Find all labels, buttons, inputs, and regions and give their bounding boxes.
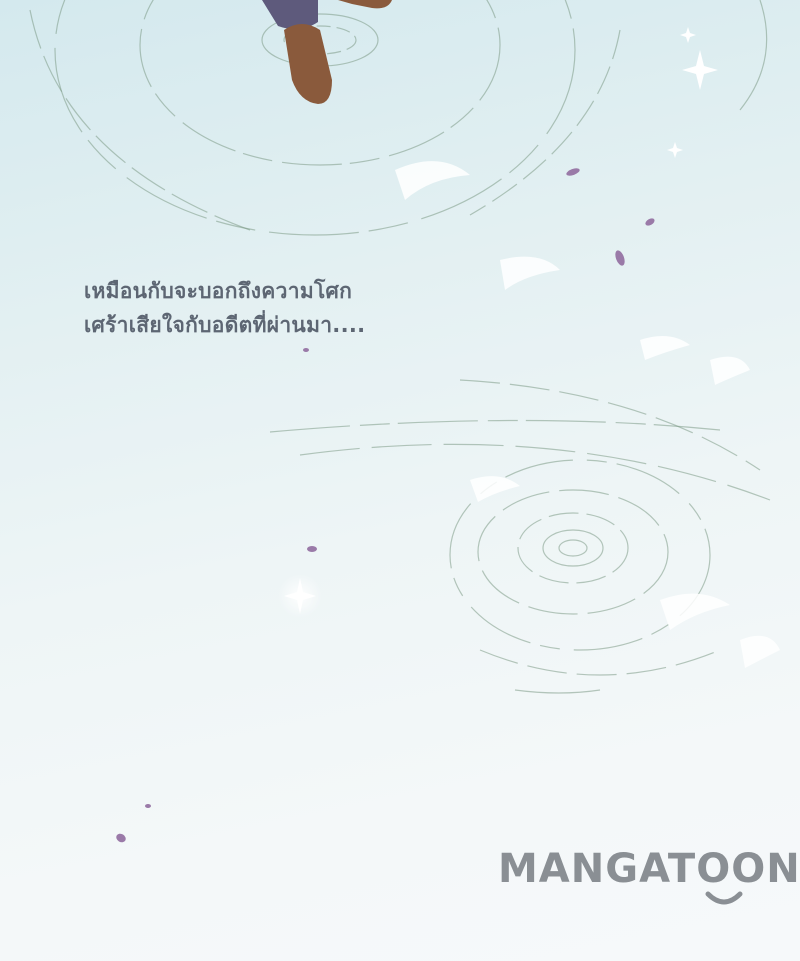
narration-line: เหมือนกับจะบอกถึงความโศก [84, 279, 353, 303]
upper-ripples [29, 0, 768, 236]
scene-illustration [29, 0, 780, 843]
narration-caption: เหมือนกับจะบอกถึงความโศก เศร้าเสียใจกับอ… [84, 274, 514, 342]
watermark-text: MANGATOON [498, 846, 800, 892]
narration-line: เศร้าเสียใจกับอดีตที่ผ่านมา.... [84, 313, 366, 337]
lower-ripples [269, 379, 771, 694]
mangatoon-watermark: MANGATOON [498, 846, 800, 912]
water-highlights [395, 161, 780, 668]
sparkle-glow [278, 574, 322, 618]
petal-icons [116, 168, 655, 843]
smile-icon [705, 891, 743, 905]
